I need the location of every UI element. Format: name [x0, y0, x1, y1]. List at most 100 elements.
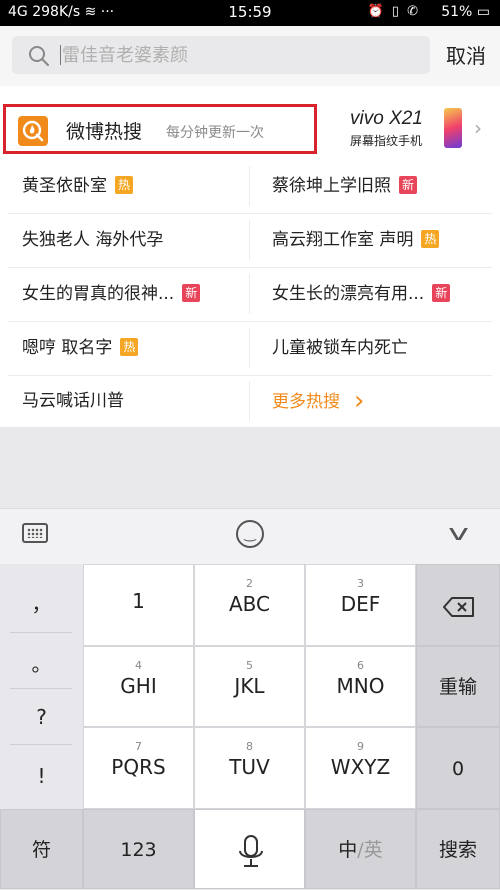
divider: [10, 632, 72, 633]
key-wxyz[interactable]: 9 WXYZ: [305, 727, 416, 809]
exclaim-key[interactable]: !: [0, 748, 83, 804]
key-number: 6: [357, 659, 364, 672]
key-label: 1: [132, 589, 145, 613]
question-key[interactable]: ?: [0, 689, 83, 745]
key-def[interactable]: 3 DEF: [305, 564, 416, 646]
battery-icon: ▭: [476, 4, 490, 20]
key-ghi[interactable]: 4 GHI: [83, 646, 194, 727]
hot-item[interactable]: 嗯哼 取名字热: [22, 322, 139, 375]
key-label: MNO: [336, 674, 385, 698]
key-number: 3: [357, 577, 364, 590]
hot-item-text: 蔡徐坤上学旧照: [272, 176, 391, 196]
key-number: 2: [246, 577, 253, 590]
hot-badge: 热: [421, 230, 440, 248]
hot-item[interactable]: 蔡徐坤上学旧照新: [272, 160, 417, 213]
search-input[interactable]: [62, 36, 422, 74]
hot-search-panel: 微博热搜 每分钟更新一次 vivo X21 屏幕指纹手机 › 黄圣依卧室热 蔡徐…: [0, 86, 500, 427]
more-hot-search-label: 更多热搜: [272, 392, 340, 412]
vibrate-icon: ▯: [391, 4, 401, 19]
hot-search-header[interactable]: 微博热搜 每分钟更新一次 vivo X21 屏幕指纹手机 ›: [0, 86, 500, 160]
key-number: 7: [135, 740, 142, 753]
key-label: ABC: [228, 592, 270, 616]
search-key[interactable]: 搜索: [416, 809, 500, 889]
hot-item[interactable]: 马云喊话川普: [22, 375, 124, 428]
divider: [249, 381, 250, 421]
ad-brand[interactable]: vivo X21: [350, 108, 423, 130]
backspace-icon: [443, 597, 474, 617]
hot-item-text: 女生长的漂亮有用...: [272, 284, 425, 304]
lang-label-english: 英: [363, 839, 383, 861]
keyboard-icon[interactable]: [22, 523, 48, 543]
key-pqrs[interactable]: 7 PQRS: [83, 727, 194, 809]
number-mode-key[interactable]: 123: [83, 809, 194, 889]
voice-input-key[interactable]: [194, 809, 305, 889]
new-badge: 新: [182, 284, 201, 302]
key-number: 8: [246, 740, 253, 753]
hot-item[interactable]: 女生长的漂亮有用... 新: [272, 268, 451, 321]
highlight-frame: [3, 104, 317, 154]
hot-item[interactable]: 高云翔工作室 声明热: [272, 214, 440, 267]
key-mno[interactable]: 6 MNO: [305, 646, 416, 727]
hot-search-subtitle: 每分钟更新一次: [166, 125, 264, 141]
key-number: 5: [246, 659, 253, 672]
text-caret: [60, 45, 61, 65]
divider: [249, 220, 250, 260]
hot-row: 马云喊话川普 更多热搜 ›: [0, 375, 500, 428]
period-key[interactable]: 。: [0, 636, 83, 692]
key-number: 4: [135, 659, 142, 672]
hot-row: 黄圣依卧室热 蔡徐坤上学旧照新: [0, 160, 500, 213]
hot-item[interactable]: 儿童被锁车内死亡: [272, 322, 408, 375]
hot-item-text: 高云翔工作室 声明: [272, 230, 414, 250]
new-badge: 新: [399, 176, 417, 194]
hot-item-text: 女生的胃真的很神...: [22, 284, 175, 304]
search-bar: 取消: [0, 26, 500, 86]
divider: [249, 166, 250, 206]
lang-label-chinese: 中: [338, 839, 358, 861]
hot-item[interactable]: 黄圣依卧室热: [22, 160, 133, 213]
comma-key[interactable]: ，: [0, 576, 83, 632]
key-label: WXYZ: [330, 755, 391, 779]
key-jkl[interactable]: 5 JKL: [194, 646, 305, 727]
key-label: DEF: [340, 592, 381, 616]
punctuation-column: ， 。 ? !: [0, 564, 83, 809]
status-bar: 4G 298K/s ≋ ··· 15:59 ⏰ ▯ ✆ 51% ▭: [0, 0, 500, 26]
search-icon: [29, 46, 49, 66]
language-switch-key[interactable]: 中/英: [305, 809, 416, 889]
cancel-button[interactable]: 取消: [436, 38, 496, 74]
keyboard-toolbar: ‿ v: [0, 508, 500, 565]
hot-item-text: 失独老人 海外代孕: [22, 230, 164, 250]
hot-row: 女生的胃真的很神... 新 女生长的漂亮有用... 新: [0, 268, 500, 321]
backspace-key[interactable]: [416, 564, 500, 646]
new-badge: 新: [432, 284, 451, 302]
hot-item-text: 嗯哼 取名字: [22, 338, 113, 358]
key-tuv[interactable]: 8 TUV: [194, 727, 305, 809]
status-icons: ⏰ ▯ ✆: [367, 4, 420, 19]
hot-badge: 热: [115, 176, 133, 194]
chevron-down-icon[interactable]: v: [448, 521, 469, 546]
key-number: 9: [357, 740, 364, 753]
symbol-key[interactable]: 符: [0, 809, 83, 889]
divider: [249, 328, 250, 368]
key-0[interactable]: 0: [416, 727, 500, 809]
hot-row: 失独老人 海外代孕 高云翔工作室 声明热: [0, 214, 500, 267]
key-abc[interactable]: 2 ABC: [194, 564, 305, 646]
hot-item[interactable]: 女生的胃真的很神... 新: [22, 268, 201, 321]
ad-phone-image: [444, 108, 462, 148]
hot-item[interactable]: 失独老人 海外代孕: [22, 214, 163, 267]
emoji-icon[interactable]: ‿: [236, 520, 264, 548]
key-label: PQRS: [111, 755, 166, 779]
hot-item-text: 马云喊话川普: [22, 391, 124, 411]
search-box[interactable]: [12, 36, 430, 74]
reenter-key[interactable]: 重输: [416, 646, 500, 727]
key-1[interactable]: 1: [83, 564, 194, 646]
microphone-icon: [239, 835, 263, 867]
more-hot-search-link[interactable]: 更多热搜 ›: [272, 375, 364, 428]
hot-row: 嗯哼 取名字热 儿童被锁车内死亡: [0, 322, 500, 375]
hot-search-title: 微博热搜: [66, 121, 143, 143]
ad-caption: 屏幕指纹手机: [350, 134, 423, 148]
weibo-hot-logo-icon: [18, 116, 48, 146]
key-label: TUV: [229, 755, 270, 779]
hot-item-text: 黄圣依卧室: [22, 176, 107, 196]
chevron-right-icon[interactable]: ›: [474, 116, 482, 140]
key-label: JKL: [234, 674, 265, 698]
